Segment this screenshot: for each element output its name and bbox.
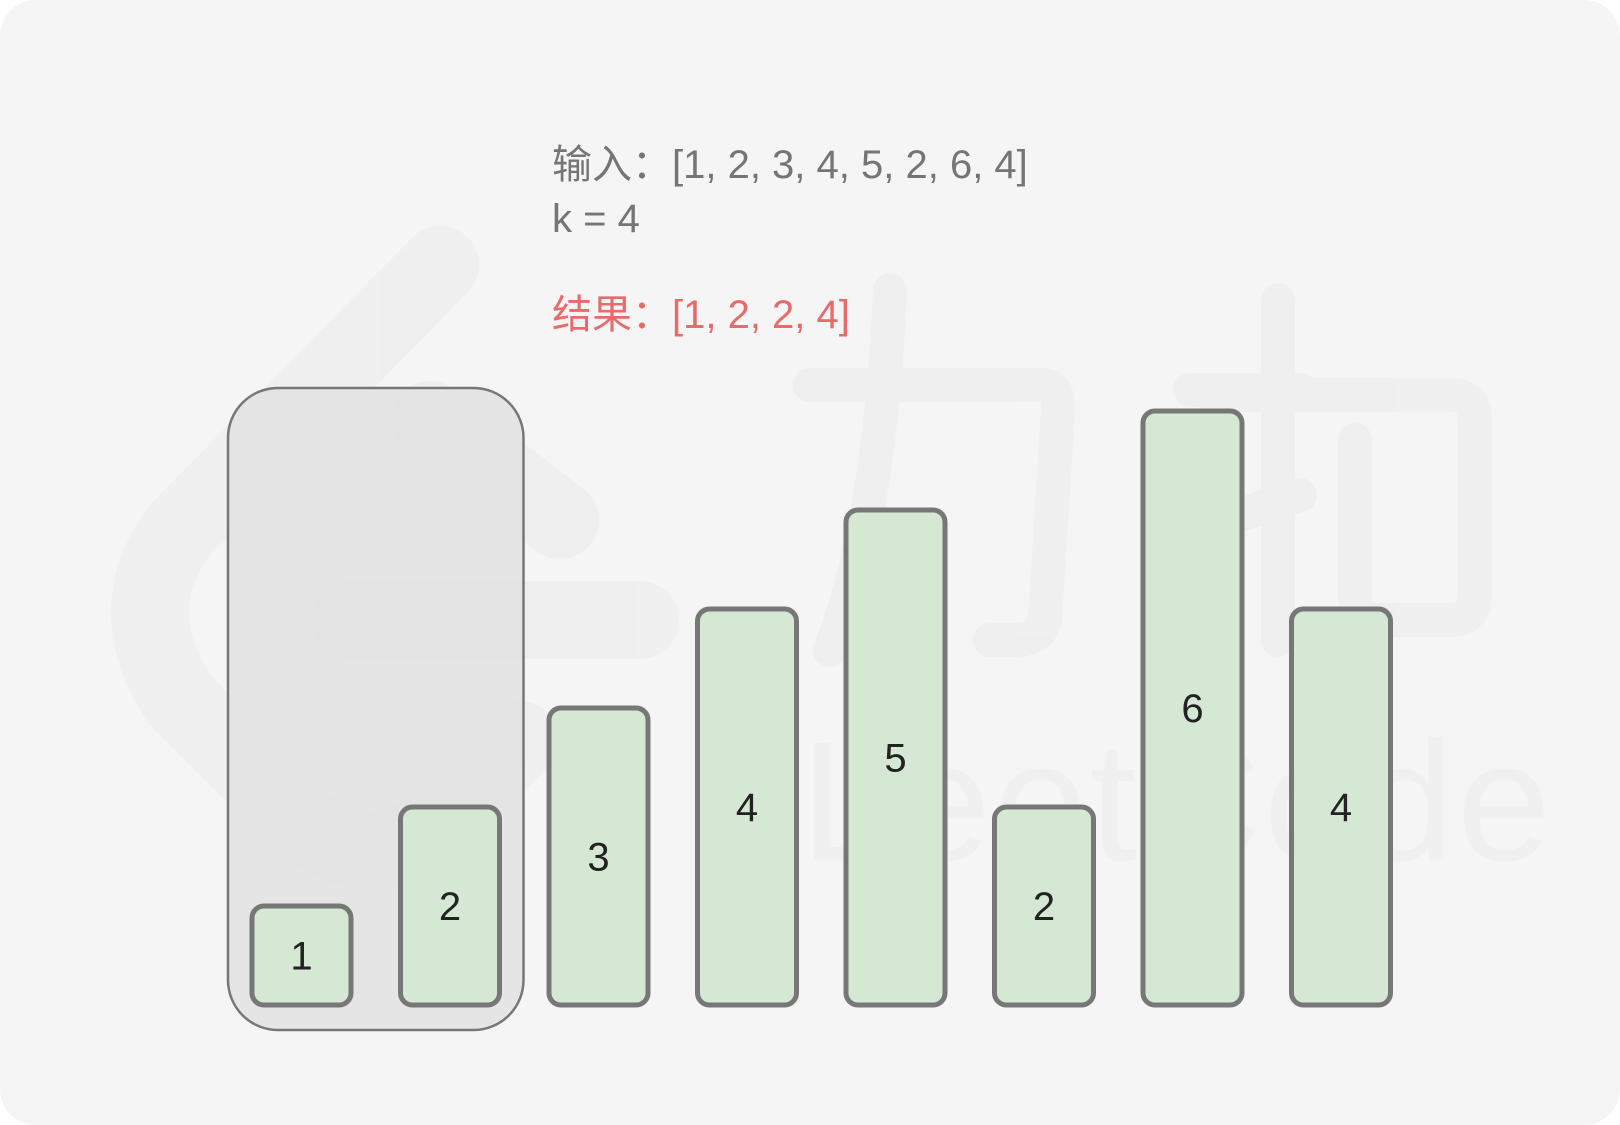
diagram-canvas: LeetCode 输入：[1, 2, 3, 4, 5, 2, 6, 4] k =… <box>0 0 1620 1125</box>
bar-label-6: 6 <box>1181 687 1203 731</box>
bar-label-4: 5 <box>884 737 906 781</box>
bar-label-2: 3 <box>587 836 609 880</box>
bar-label-1: 2 <box>439 885 461 929</box>
diagram-stage: LeetCode 输入：[1, 2, 3, 4, 5, 2, 6, 4] k =… <box>0 0 1620 1125</box>
bar-label-5: 2 <box>1033 885 1055 929</box>
bar-label-7: 4 <box>1330 786 1352 830</box>
input-line: 输入：[1, 2, 3, 4, 5, 2, 6, 4] <box>552 143 1028 187</box>
bar-label-0: 1 <box>290 935 312 979</box>
result-line: 结果：[1, 2, 2, 4] <box>552 293 850 337</box>
bar-label-3: 4 <box>736 786 758 830</box>
k-line: k = 4 <box>552 197 640 241</box>
